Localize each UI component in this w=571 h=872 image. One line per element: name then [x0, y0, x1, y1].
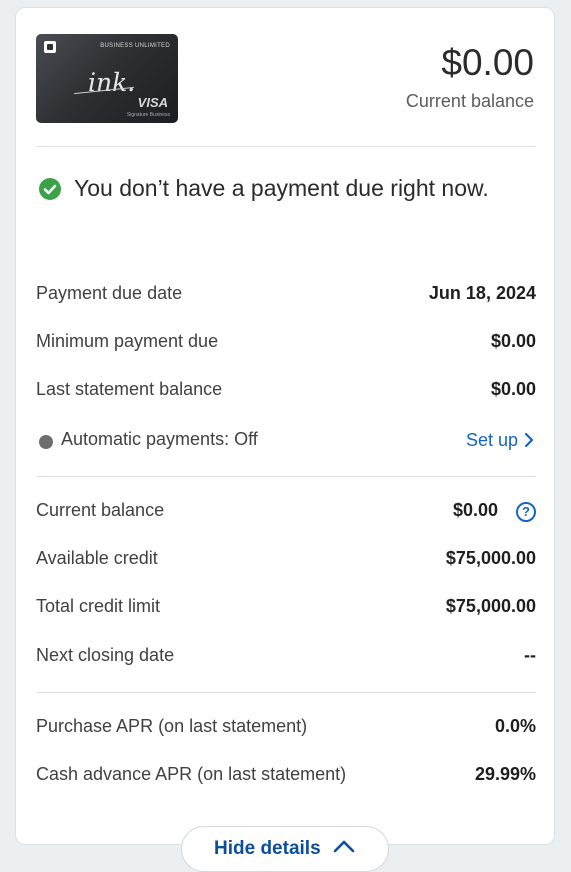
account-details-panel: BUSINESS UNLIMITED ink. VISA Signature B…: [15, 7, 555, 845]
row-label: Next closing date: [36, 645, 175, 665]
divider: [36, 476, 536, 477]
row-value: 29.99%: [474, 764, 536, 784]
current-balance-row: Current balance $0.00 ?: [36, 496, 536, 526]
credit-card-image: BUSINESS UNLIMITED ink. VISA Signature B…: [36, 34, 178, 123]
row-value: Jun 18, 2024: [428, 283, 536, 303]
row-value: $0.00: [490, 379, 536, 399]
autopay-row: Automatic payments: Off Set up: [36, 425, 536, 455]
hide-details-button[interactable]: Hide details: [181, 826, 389, 872]
autopay-status-label: Automatic payments: Off: [61, 429, 258, 449]
status-off-dot-icon: [39, 435, 53, 449]
row-value: $75,000.00: [445, 548, 536, 568]
question-mark-help-icon[interactable]: ?: [516, 502, 536, 522]
payment-notice: You don’t have a payment due right now.: [74, 175, 489, 201]
row-value: --: [524, 645, 536, 665]
chevron-right-icon[interactable]: [524, 432, 534, 448]
row-label: Last statement balance: [36, 379, 223, 399]
row-value: $75,000.00: [445, 596, 536, 616]
divider: [36, 146, 536, 147]
row-value: $0.00: [490, 331, 536, 351]
row-label: Purchase APR (on last statement): [36, 716, 308, 736]
total-credit-limit-row: Total credit limit $75,000.00: [36, 592, 536, 622]
current-balance-amount: $0.00: [441, 42, 534, 83]
row-value: $0.00: [452, 500, 498, 520]
set-up-autopay-link[interactable]: Set up: [466, 430, 518, 451]
row-label: Total credit limit: [36, 596, 161, 616]
row-label: Payment due date: [36, 283, 183, 303]
card-script-name: ink.: [88, 68, 136, 97]
divider: [36, 692, 536, 693]
next-closing-date-row: Next closing date --: [36, 641, 536, 671]
hide-details-label: Hide details: [214, 838, 321, 859]
last-statement-balance-row: Last statement balance $0.00: [36, 375, 536, 405]
chevron-up-icon: [333, 840, 355, 853]
row-label: Minimum payment due: [36, 331, 219, 351]
purchase-apr-row: Purchase APR (on last statement) 0.0%: [36, 712, 536, 742]
row-label: Available credit: [36, 548, 158, 568]
row-value: 0.0%: [494, 716, 536, 736]
visa-logo: VISA: [137, 95, 168, 110]
cash-advance-apr-row: Cash advance APR (on last statement) 29.…: [36, 760, 536, 790]
check-circle-icon: [39, 178, 61, 200]
card-network-sub: Signature Business: [126, 112, 170, 118]
row-label: Current balance: [36, 500, 165, 520]
available-credit-row: Available credit $75,000.00: [36, 544, 536, 574]
chase-logo-icon: [44, 41, 56, 53]
current-balance-label: Current balance: [405, 91, 534, 111]
row-label: Cash advance APR (on last statement): [36, 764, 347, 784]
payment-due-date-row: Payment due date Jun 18, 2024: [36, 279, 536, 309]
card-product-line: BUSINESS UNLIMITED: [100, 43, 170, 49]
minimum-payment-row: Minimum payment due $0.00: [36, 327, 536, 357]
